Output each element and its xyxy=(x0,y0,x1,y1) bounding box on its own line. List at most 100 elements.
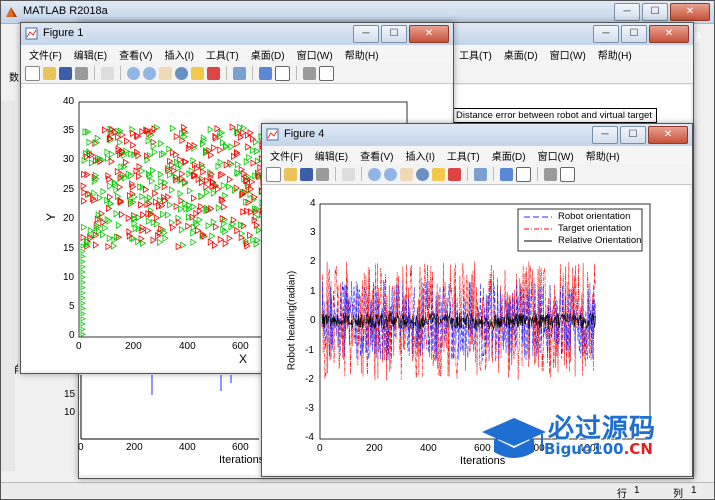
figure1-menu-window[interactable]: 窗口(W) xyxy=(297,47,333,62)
bg-xtick-0: 0 xyxy=(78,442,84,453)
figure4-ytick-m1: -1 xyxy=(305,345,314,356)
pan-icon[interactable] xyxy=(159,66,172,80)
figure4-menu-desktop[interactable]: 桌面(D) xyxy=(492,148,526,163)
bg-maximize-button[interactable]: ☐ xyxy=(621,25,647,43)
figure1-menu-help[interactable]: 帮助(H) xyxy=(345,47,379,62)
figure1-menubar: 文件(F) 编辑(E) 查看(V) 插入(I) 工具(T) 桌面(D) 窗口(W… xyxy=(21,45,453,63)
figure1-xtick-200: 200 xyxy=(125,341,142,352)
pointer-icon[interactable] xyxy=(101,66,114,80)
figure4-maximize-button[interactable]: ☐ xyxy=(620,126,646,144)
figure4-menu-view[interactable]: 查看(V) xyxy=(360,148,393,163)
figure4-close-button[interactable]: ✕ xyxy=(648,126,688,144)
legend-icon[interactable] xyxy=(516,166,531,182)
print-icon[interactable] xyxy=(75,66,88,80)
main-left-panel xyxy=(1,101,15,471)
zoom-out-icon[interactable] xyxy=(143,66,156,80)
watermark-en-suffix: .CN xyxy=(623,440,653,458)
zoom-in-icon[interactable] xyxy=(127,66,140,80)
bg-ytick-15: 15 xyxy=(64,389,76,400)
zoom-out-icon[interactable] xyxy=(384,167,397,181)
figure1-maximize-button[interactable]: ☐ xyxy=(381,25,407,43)
figure-icon xyxy=(266,128,279,141)
graduation-cap-icon xyxy=(482,418,546,458)
figure1-xtick-600: 600 xyxy=(232,341,249,352)
figure4-minimize-button[interactable]: ─ xyxy=(592,126,618,144)
figure4-legend-target: Target orientation xyxy=(558,223,632,234)
figure4-menubar: 文件(F) 编辑(E) 查看(V) 插入(I) 工具(T) 桌面(D) 窗口(W… xyxy=(262,146,692,164)
figure1-menu-view[interactable]: 查看(V) xyxy=(119,47,152,62)
brush-icon[interactable] xyxy=(448,167,461,181)
figure4-ytick-1: 1 xyxy=(310,286,316,297)
figure4-ytick-3: 3 xyxy=(310,227,316,238)
data-cursor-icon[interactable] xyxy=(191,66,204,80)
figure4-legend-relative: Relative Orientation xyxy=(558,235,642,246)
zoom-in-icon[interactable] xyxy=(368,167,381,181)
figure1-menu-insert[interactable]: 插入(I) xyxy=(164,47,193,62)
figure4-xtick-400: 400 xyxy=(420,443,437,454)
brush-icon[interactable] xyxy=(207,66,220,80)
main-window-controls: ─ ☐ ✕ xyxy=(614,3,710,21)
print-icon[interactable] xyxy=(316,167,329,181)
figure4-ytick-2: 2 xyxy=(310,256,316,267)
save-icon[interactable] xyxy=(59,66,72,80)
save-icon[interactable] xyxy=(300,167,313,181)
watermark-logo: 必过源码 Biguo100.CN xyxy=(478,410,698,466)
figure1-xtick-0: 0 xyxy=(76,341,82,352)
minimize-button[interactable]: ─ xyxy=(614,3,640,21)
hide-tools-icon[interactable] xyxy=(303,66,316,80)
maximize-button[interactable]: ☐ xyxy=(642,3,668,21)
legend-icon[interactable] xyxy=(275,65,290,81)
bg-xtick-400: 400 xyxy=(179,442,196,453)
show-tools-icon[interactable] xyxy=(319,65,334,81)
bg-close-button[interactable]: ✕ xyxy=(649,25,689,43)
figure4-menu-insert[interactable]: 插入(I) xyxy=(405,148,434,163)
bg-minimize-button[interactable]: ─ xyxy=(593,25,619,43)
figure4-menu-edit[interactable]: 编辑(E) xyxy=(315,148,348,163)
figure1-menu-desktop[interactable]: 桌面(D) xyxy=(251,47,285,62)
figure4-xtick-200: 200 xyxy=(366,443,383,454)
figure1-close-button[interactable]: ✕ xyxy=(409,25,449,43)
bg-menu-item-desktop[interactable]: 桌面(D) xyxy=(504,47,538,62)
data-cursor-icon[interactable] xyxy=(432,167,445,181)
pointer-icon[interactable] xyxy=(342,167,355,181)
figure1-minimize-button[interactable]: ─ xyxy=(353,25,379,43)
open-file-icon[interactable] xyxy=(284,167,297,181)
figure4-menu-file[interactable]: 文件(F) xyxy=(270,148,303,163)
hide-tools-icon[interactable] xyxy=(544,167,557,181)
rotate-icon[interactable] xyxy=(416,167,429,181)
show-tools-icon[interactable] xyxy=(560,166,575,182)
figure4-title: Figure 4 xyxy=(284,128,325,140)
pan-icon[interactable] xyxy=(400,167,413,181)
figure1-menu-tools[interactable]: 工具(T) xyxy=(206,47,239,62)
main-window-title: MATLAB R2018a xyxy=(23,5,108,17)
bg-menu-item-window[interactable]: 窗口(W) xyxy=(550,47,586,62)
figure1-ytick-0: 0 xyxy=(69,330,75,341)
main-left-fragment-1: 数 xyxy=(9,73,19,84)
bg-menu-item-help[interactable]: 帮助(H) xyxy=(598,47,632,62)
bg-xtick-600: 600 xyxy=(232,442,249,453)
figure1-ytick-20: 20 xyxy=(63,213,75,224)
figure4-ytick-m4: -4 xyxy=(305,432,314,443)
figure1-menu-edit[interactable]: 编辑(E) xyxy=(74,47,107,62)
figure-icon xyxy=(25,27,38,40)
rotate-icon[interactable] xyxy=(175,66,188,80)
figure4-menu-window[interactable]: 窗口(W) xyxy=(538,148,574,163)
status-row-label: 行 xyxy=(617,489,627,500)
bg-menu-item-tools[interactable]: 工具(T) xyxy=(459,47,492,62)
new-figure-icon[interactable] xyxy=(266,166,281,182)
watermark-en-name: Biguo100 xyxy=(544,440,624,458)
colorbar-icon[interactable] xyxy=(500,167,513,181)
figure4-menu-help[interactable]: 帮助(H) xyxy=(586,148,620,163)
figure1-title: Figure 1 xyxy=(43,27,84,39)
new-figure-icon[interactable] xyxy=(25,65,40,81)
figure1-menu-file[interactable]: 文件(F) xyxy=(29,47,62,62)
colorbar-icon[interactable] xyxy=(259,66,272,80)
figure4-xtick-0: 0 xyxy=(317,443,323,454)
figure4-menu-tools[interactable]: 工具(T) xyxy=(447,148,480,163)
matlab-logo-icon xyxy=(5,5,18,18)
link-icon[interactable] xyxy=(233,66,246,80)
close-button[interactable]: ✕ xyxy=(670,3,710,21)
figure1-ytick-10: 10 xyxy=(63,272,75,283)
link-icon[interactable] xyxy=(474,167,487,181)
open-file-icon[interactable] xyxy=(43,66,56,80)
